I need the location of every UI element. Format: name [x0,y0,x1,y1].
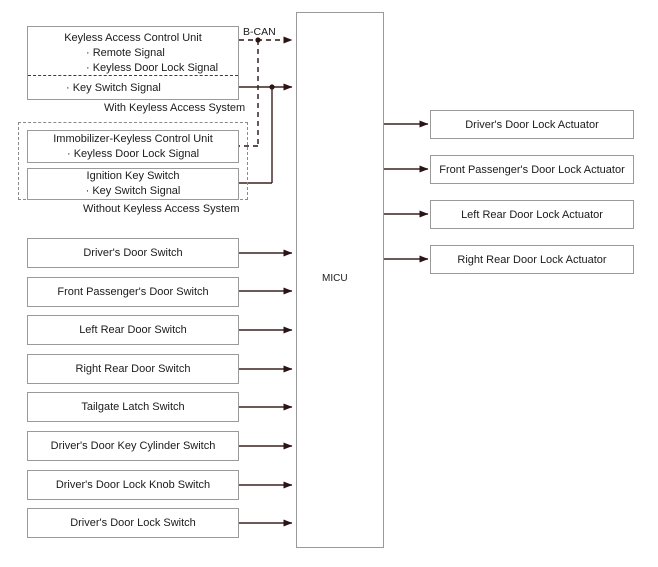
output-box-right-rear-door-lock-actuator[interactable]: Right Rear Door Lock Actuator [430,245,634,274]
input-label: Right Rear Door Switch [75,363,191,375]
output-box-left-rear-door-lock-actuator[interactable]: Left Rear Door Lock Actuator [430,200,634,229]
output-arrow-group [384,120,429,263]
ignition-key-switch[interactable]: Ignition Key Switch · Key Switch Signal [27,168,239,200]
output-label: Left Rear Door Lock Actuator [461,208,603,221]
input-label: Left Rear Door Switch [79,324,187,336]
ignition-signal-key-switch: · Key Switch Signal [85,185,181,197]
input-label: Driver's Door Lock Switch [70,517,196,529]
output-label: Right Rear Door Lock Actuator [457,253,607,266]
input-box-front-passengers-door-switch[interactable]: Front Passenger's Door Switch [27,277,239,307]
input-arrow-group [239,249,293,527]
input-box-drivers-door-key-cylinder-switch[interactable]: Driver's Door Key Cylinder Switch [27,431,239,461]
output-label: Front Passenger's Door Lock Actuator [439,163,625,176]
signal-keyless-door-lock: · Keyless Door Lock Signal [85,62,219,74]
signal-key-switch: · Key Switch Signal [66,82,161,94]
signal-remote: · Remote Signal [85,47,165,59]
ignition-key-switch-title: Ignition Key Switch [86,170,180,182]
diagram-canvas: MICU B-CAN Keyless Access Control Unit ·… [0,0,658,567]
immobilizer-unit-title: Immobilizer-Keyless Control Unit [53,132,213,145]
micu-label: MICU [322,273,348,284]
output-box-front-passengers-door-lock-actuator[interactable]: Front Passenger's Door Lock Actuator [430,155,634,184]
input-box-drivers-door-switch[interactable]: Driver's Door Switch [27,238,239,268]
input-label: Driver's Door Key Cylinder Switch [50,440,216,452]
immobilizer-signal-keyless-door-lock: · Keyless Door Lock Signal [66,147,200,160]
keyless-unit-divider [28,75,238,76]
keyless-unit-title: Keyless Access Control Unit [64,32,202,44]
output-label: Driver's Door Lock Actuator [465,118,599,131]
input-box-left-rear-door-switch[interactable]: Left Rear Door Switch [27,315,239,345]
without-keyless-caption: Without Keyless Access System [83,203,240,215]
input-label: Driver's Door Switch [83,247,183,259]
keyless-upper-signals: · Remote Signal · Keyless Door Lock Sign… [86,46,218,76]
input-label: Front Passenger's Door Switch [57,286,209,298]
input-box-drivers-door-lock-switch[interactable]: Driver's Door Lock Switch [27,508,239,538]
input-box-drivers-door-lock-knob-switch[interactable]: Driver's Door Lock Knob Switch [27,470,239,500]
with-keyless-caption: With Keyless Access System [104,102,246,114]
b-can-label: B-CAN [243,26,276,38]
output-box-drivers-door-lock-actuator[interactable]: Driver's Door Lock Actuator [430,110,634,139]
input-label: Tailgate Latch Switch [81,401,185,413]
input-box-tailgate-latch-switch[interactable]: Tailgate Latch Switch [27,392,239,422]
immobilizer-keyless-control-unit[interactable]: Immobilizer-Keyless Control Unit · Keyle… [27,130,239,163]
input-label: Driver's Door Lock Knob Switch [55,479,211,491]
input-box-right-rear-door-switch[interactable]: Right Rear Door Switch [27,354,239,384]
